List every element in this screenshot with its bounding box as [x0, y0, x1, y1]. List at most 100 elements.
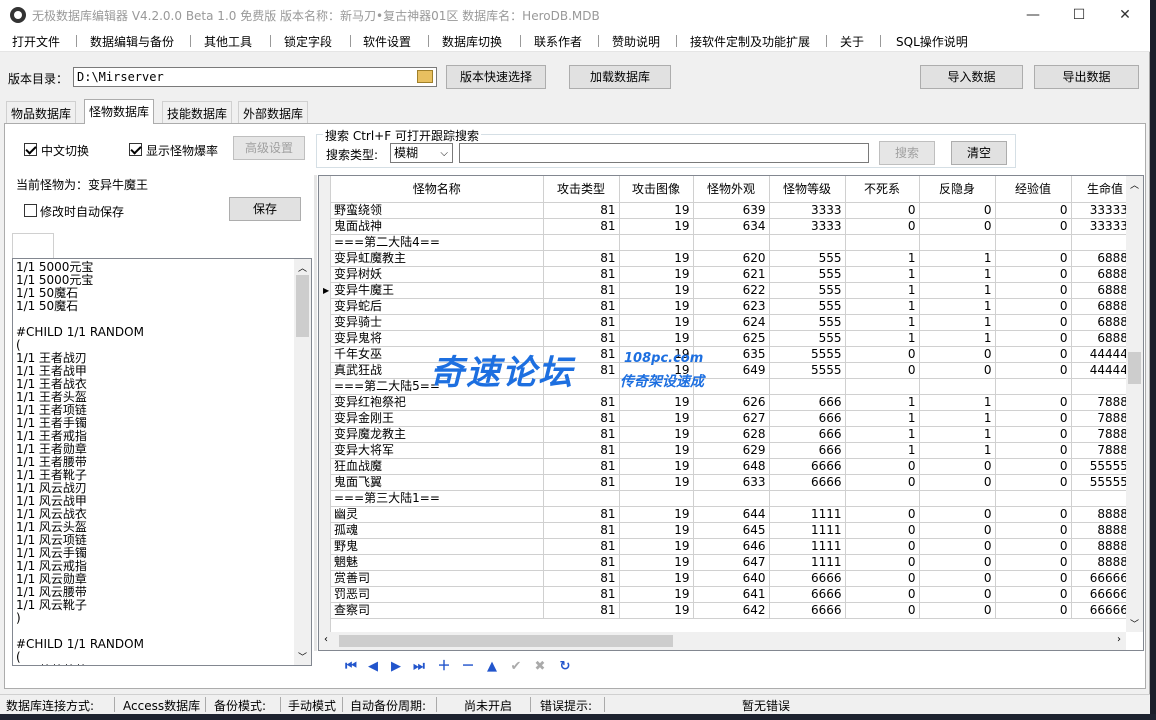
monster-name-cell[interactable]: 赏善司 [331, 570, 544, 587]
monster-name-cell[interactable]: 鬼面战神 [331, 218, 544, 235]
table-cell[interactable]: 1111 [769, 522, 846, 539]
next-record-icon[interactable]: ▶ [387, 658, 405, 676]
table-cell[interactable]: 81 [543, 602, 620, 619]
table-cell[interactable]: 633 [693, 474, 770, 491]
grid-vertical-scrollbar[interactable]: ︿ ﹀ [1126, 176, 1143, 632]
table-cell[interactable]: 555 [769, 330, 846, 347]
table-cell[interactable] [995, 234, 1072, 251]
table-cell[interactable] [543, 234, 620, 251]
table-cell[interactable]: 19 [619, 266, 694, 283]
table-cell[interactable]: 645 [693, 522, 770, 539]
monster-name-cell[interactable]: 千年女巫 [331, 346, 544, 363]
table-cell[interactable]: 19 [619, 250, 694, 267]
table-cell[interactable]: 649 [693, 362, 770, 379]
scroll-right-icon[interactable]: › [1117, 634, 1121, 645]
table-cell[interactable]: 555 [769, 266, 846, 283]
table-cell[interactable]: 1 [919, 426, 996, 443]
table-row[interactable]: 真武狂战 81 19 649 5555 0 0 0 444444 [331, 362, 1140, 379]
table-cell[interactable]: 19 [619, 330, 694, 347]
scroll-down-icon[interactable]: ﹀ [298, 650, 307, 663]
table-cell[interactable]: 0 [919, 506, 996, 523]
table-cell[interactable]: 0 [919, 346, 996, 363]
table-cell[interactable]: 81 [543, 410, 620, 427]
table-cell[interactable]: 641 [693, 586, 770, 603]
monster-name-cell[interactable]: ===第三大陆1== [331, 490, 544, 507]
table-cell[interactable]: 19 [619, 474, 694, 491]
table-cell[interactable]: 620 [693, 250, 770, 267]
table-cell[interactable]: 3333 [769, 218, 846, 235]
panel-splitter[interactable] [314, 175, 317, 651]
table-cell[interactable]: 0 [845, 458, 920, 475]
post-edit-icon[interactable]: ✔ [507, 658, 525, 676]
table-cell[interactable]: 666 [769, 442, 846, 459]
table-cell[interactable]: 81 [543, 586, 620, 603]
table-cell[interactable]: 0 [995, 298, 1072, 315]
clear-button[interactable]: 清空 [951, 141, 1007, 165]
table-row[interactable]: 变异牛魔王 81 19 622 555 1 1 0 68888 [331, 282, 1140, 299]
refresh-icon[interactable]: ↻ [556, 658, 574, 676]
table-cell[interactable]: 0 [995, 314, 1072, 331]
table-cell[interactable]: 622 [693, 282, 770, 299]
table-cell[interactable]: 1 [919, 282, 996, 299]
table-cell[interactable]: 646 [693, 538, 770, 555]
edit-record-icon[interactable]: ▲ [483, 658, 501, 676]
table-cell[interactable]: 1 [919, 442, 996, 459]
menu-lock-fields[interactable]: 锁定字段 [284, 33, 332, 50]
table-cell[interactable]: 0 [919, 362, 996, 379]
monster-name-cell[interactable]: 变异骑士 [331, 314, 544, 331]
grid-vscroll-thumb[interactable] [1128, 352, 1141, 384]
chinese-switch-checkbox[interactable] [24, 143, 37, 156]
table-cell[interactable]: 0 [995, 442, 1072, 459]
table-cell[interactable]: 0 [845, 554, 920, 571]
load-database-button[interactable]: 加载数据库 [569, 65, 671, 89]
table-cell[interactable]: 6666 [769, 474, 846, 491]
menu-sponsor[interactable]: 赞助说明 [612, 33, 660, 50]
table-row[interactable]: 查察司 81 19 642 6666 0 0 0 666666 [331, 602, 1140, 619]
monster-name-cell[interactable]: 真武狂战 [331, 362, 544, 379]
table-row[interactable]: 罚恶司 81 19 641 6666 0 0 0 666666 [331, 586, 1140, 603]
grid-column-header[interactable]: 不死系 [845, 176, 920, 203]
advanced-settings-button[interactable]: 高级设置 [233, 136, 305, 160]
table-cell[interactable]: 627 [693, 410, 770, 427]
table-cell[interactable]: 0 [845, 506, 920, 523]
table-cell[interactable]: 0 [995, 458, 1072, 475]
table-row[interactable]: 孤魂 81 19 645 1111 0 0 0 88888 [331, 522, 1140, 539]
table-cell[interactable]: 0 [845, 218, 920, 235]
folder-icon[interactable] [417, 70, 433, 83]
table-cell[interactable]: 0 [995, 218, 1072, 235]
table-cell[interactable]: 0 [845, 346, 920, 363]
table-cell[interactable]: 0 [845, 586, 920, 603]
menu-about[interactable]: 关于 [840, 33, 864, 50]
drop-list-scroll-thumb[interactable] [296, 275, 309, 337]
version-quick-select-button[interactable]: 版本快速选择 [446, 65, 546, 89]
table-cell[interactable]: 81 [543, 282, 620, 299]
menu-custom-dev[interactable]: 接软件定制及功能扩展 [690, 33, 810, 50]
table-cell[interactable]: 0 [919, 458, 996, 475]
import-data-button[interactable]: 导入数据 [920, 65, 1023, 89]
table-cell[interactable] [919, 378, 996, 395]
table-cell[interactable]: 0 [919, 538, 996, 555]
monster-name-cell[interactable]: ===第二大陆5== [331, 378, 544, 395]
table-cell[interactable]: 1 [919, 314, 996, 331]
table-cell[interactable]: 634 [693, 218, 770, 235]
table-cell[interactable]: 0 [919, 218, 996, 235]
monster-name-cell[interactable]: 狂血战魔 [331, 458, 544, 475]
scroll-up-icon[interactable]: ︿ [1130, 178, 1139, 191]
table-cell[interactable]: 81 [543, 538, 620, 555]
table-cell[interactable] [693, 234, 770, 251]
drop-list-scrollbar[interactable]: ︿ ﹀ [294, 259, 311, 665]
tab-external-db[interactable]: 外部数据库 [238, 101, 309, 123]
table-cell[interactable]: 19 [619, 586, 694, 603]
table-cell[interactable] [919, 234, 996, 251]
export-data-button[interactable]: 导出数据 [1034, 65, 1139, 89]
table-cell[interactable]: 0 [995, 586, 1072, 603]
table-cell[interactable]: 628 [693, 426, 770, 443]
table-cell[interactable]: 666 [769, 426, 846, 443]
table-cell[interactable]: 1 [845, 442, 920, 459]
table-cell[interactable]: 19 [619, 298, 694, 315]
table-cell[interactable]: 5555 [769, 346, 846, 363]
table-cell[interactable]: 623 [693, 298, 770, 315]
table-cell[interactable]: 19 [619, 394, 694, 411]
table-cell[interactable]: 6666 [769, 570, 846, 587]
table-cell[interactable]: 555 [769, 282, 846, 299]
